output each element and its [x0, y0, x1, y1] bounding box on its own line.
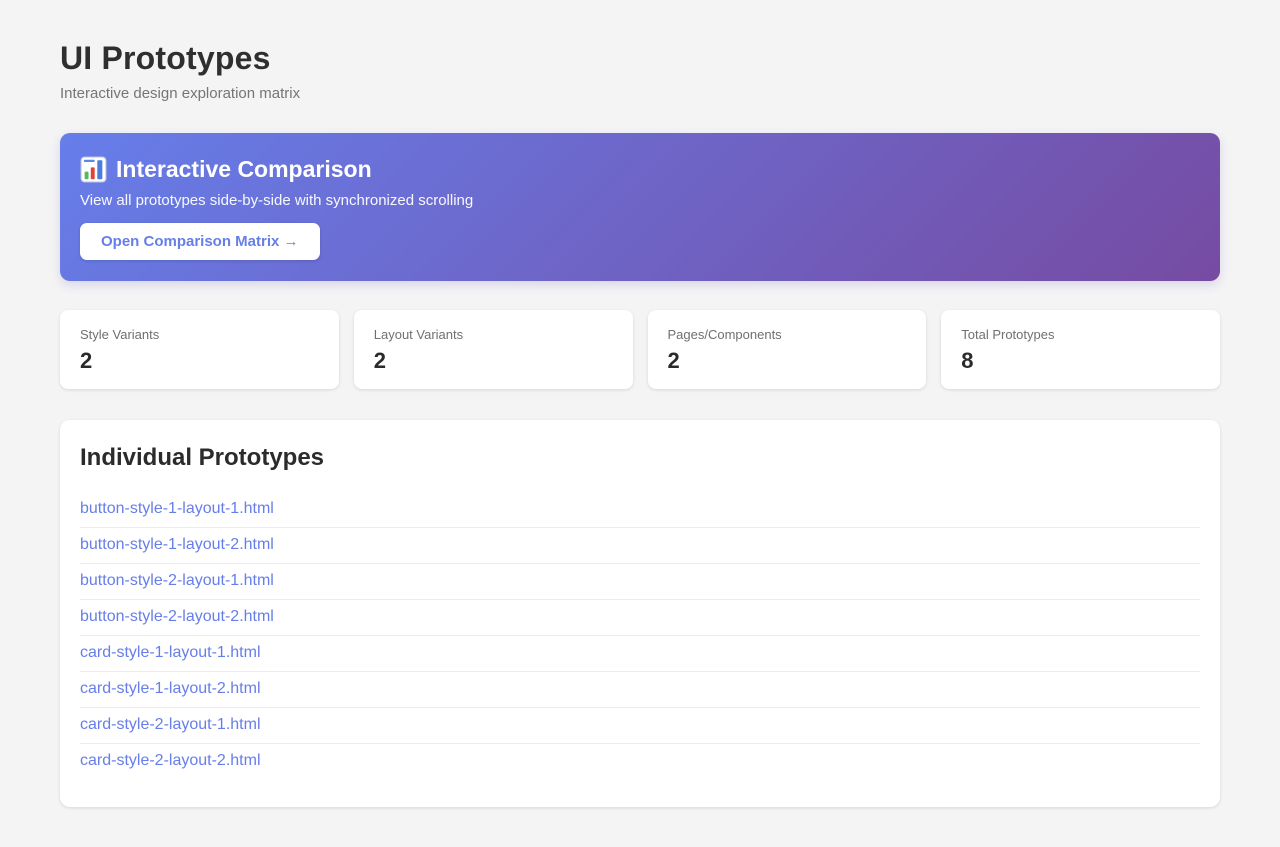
prototype-link[interactable]: card-style-1-layout-2.html: [80, 680, 261, 697]
prototype-link[interactable]: button-style-1-layout-2.html: [80, 536, 274, 553]
open-comparison-matrix-button[interactable]: Open Comparison Matrix →: [80, 223, 320, 260]
prototype-link[interactable]: button-style-2-layout-1.html: [80, 572, 274, 589]
prototype-link[interactable]: button-style-1-layout-1.html: [80, 500, 274, 517]
stat-card-total-prototypes: Total Prototypes 8: [941, 310, 1220, 389]
stat-value: 2: [80, 348, 319, 374]
page-container: UI Prototypes Interactive design explora…: [60, 0, 1220, 847]
stat-label: Pages/Components: [668, 327, 907, 342]
banner-title-text: Interactive Comparison: [116, 156, 372, 183]
stats-row: Style Variants 2 Layout Variants 2 Pages…: [60, 310, 1220, 389]
list-item: card-style-1-layout-1.html: [80, 636, 1200, 672]
stat-value: 2: [374, 348, 613, 374]
prototype-link[interactable]: card-style-2-layout-2.html: [80, 752, 261, 769]
stat-card-style-variants: Style Variants 2: [60, 310, 339, 389]
prototype-list: button-style-1-layout-1.html button-styl…: [80, 492, 1200, 779]
stat-label: Style Variants: [80, 327, 319, 342]
individual-prototypes-card: Individual Prototypes button-style-1-lay…: [60, 420, 1220, 807]
prototype-link[interactable]: card-style-2-layout-1.html: [80, 716, 261, 733]
individual-prototypes-title: Individual Prototypes: [80, 444, 1200, 472]
prototype-link[interactable]: card-style-1-layout-1.html: [80, 644, 261, 661]
list-item: button-style-1-layout-1.html: [80, 492, 1200, 528]
stat-card-pages-components: Pages/Components 2: [648, 310, 927, 389]
stat-card-layout-variants: Layout Variants 2: [354, 310, 633, 389]
prototype-link[interactable]: button-style-2-layout-2.html: [80, 608, 274, 625]
comparison-banner: Interactive Comparison View all prototyp…: [60, 133, 1220, 281]
list-item: button-style-2-layout-1.html: [80, 564, 1200, 600]
list-item: button-style-1-layout-2.html: [80, 528, 1200, 564]
banner-description: View all prototypes side-by-side with sy…: [80, 192, 1200, 209]
stat-label: Total Prototypes: [961, 327, 1200, 342]
page-title: UI Prototypes: [60, 40, 1220, 77]
list-item: card-style-2-layout-1.html: [80, 708, 1200, 744]
list-item: card-style-1-layout-2.html: [80, 672, 1200, 708]
list-item: card-style-2-layout-2.html: [80, 744, 1200, 779]
list-item: button-style-2-layout-2.html: [80, 600, 1200, 636]
page-subtitle: Interactive design exploration matrix: [60, 85, 1220, 102]
banner-title-row: Interactive Comparison: [80, 156, 1200, 183]
stat-label: Layout Variants: [374, 327, 613, 342]
stat-value: 2: [668, 348, 907, 374]
bar-chart-icon: [80, 156, 107, 183]
stat-value: 8: [961, 348, 1200, 374]
